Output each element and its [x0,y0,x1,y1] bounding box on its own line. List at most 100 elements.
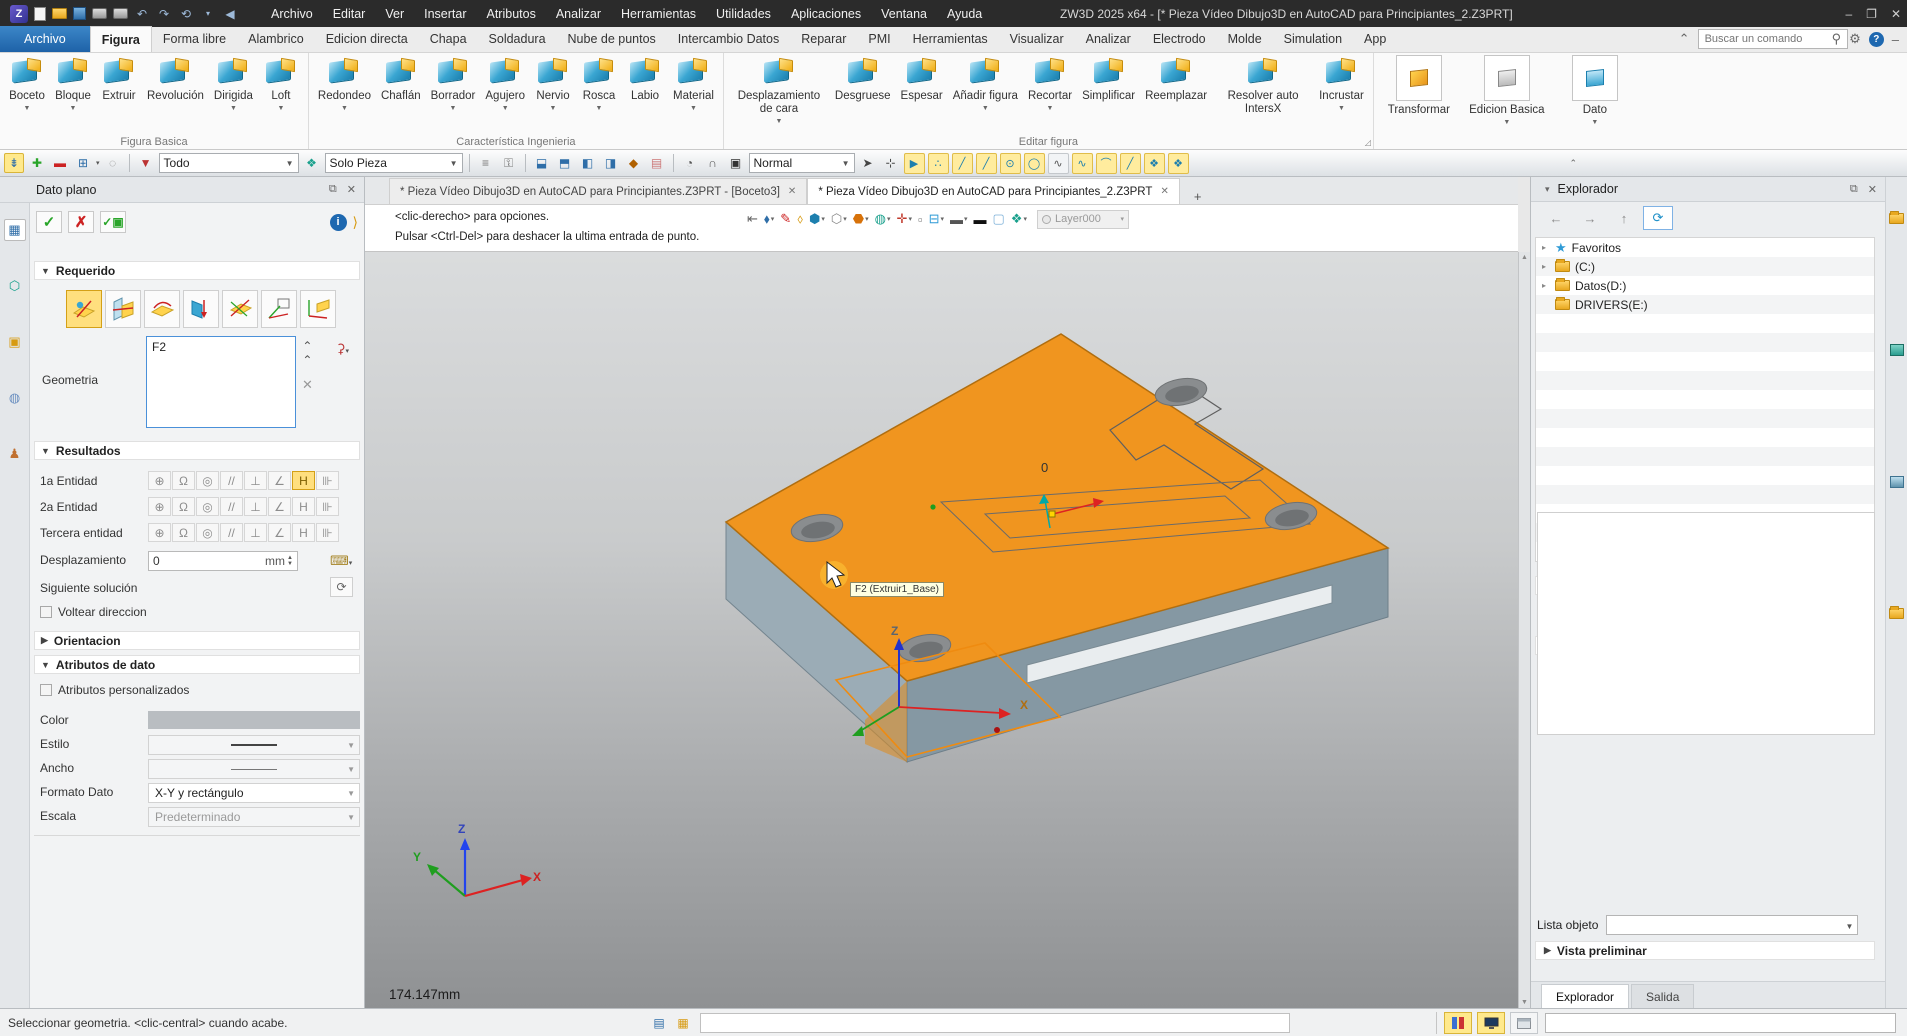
snap-face-icon[interactable]: ❖ [1144,153,1165,174]
redo-icon[interactable]: ↷ [156,6,172,22]
menu-archivo[interactable]: Archivo [262,4,322,24]
view-cube-icon[interactable]: ◨ [601,153,621,173]
constraint-parallel-icon[interactable]: // [220,523,243,542]
ribbon-button-redondeo[interactable]: Redondeo▼ [313,54,376,133]
document-tab-boceto3[interactable]: * Pieza Vídeo Dibujo3D en AutoCAD para P… [389,178,807,204]
snap-points-icon[interactable]: ∴ [928,153,949,174]
ribbon-button-reemplazar[interactable]: Reemplazar [1140,54,1212,133]
tab-intercambio-datos[interactable]: Intercambio Datos [667,26,790,52]
layer-dropdown[interactable]: Layer000▾ [1037,210,1129,229]
forward-icon[interactable]: → [1575,206,1605,230]
tab-molde[interactable]: Molde [1217,26,1273,52]
document-tab-pieza2[interactable]: * Pieza Vídeo Dibujo3D en AutoCAD para P… [807,178,1180,204]
display-mode-dropdown[interactable]: Solo Pieza▼ [325,153,463,173]
snap-circle-icon[interactable]: ◯ [1024,153,1045,174]
constraint-midpoint-icon[interactable]: ⊪ [316,471,339,490]
status-readout-field[interactable] [1545,1013,1896,1033]
cursor-icon[interactable]: ➤ [858,153,878,173]
ribbon-button-rosca[interactable]: Rosca▼ [576,54,622,133]
panel-float-icon[interactable]: ⧉ [1850,183,1858,196]
arc-icon[interactable]: ∩ [703,153,723,173]
menu-analizar[interactable]: Analizar [547,4,610,24]
close-button[interactable]: ✕ [1891,7,1901,21]
tree-item-favoritos[interactable]: ▸★Favoritos [1536,238,1874,257]
ribbon-minimize-icon[interactable]: – [1892,32,1899,47]
constraint-horizontal-icon[interactable]: H [292,523,315,542]
layer-ruler-icon[interactable]: ≡ [476,153,496,173]
scroll-up-icon[interactable]: ▲ [1521,254,1528,261]
resources-folder-icon[interactable] [1889,608,1904,619]
flip-direction-checkbox[interactable]: Voltear direccion [40,605,147,619]
constraint-coincident-icon[interactable]: ⊕ [148,523,171,542]
menu-utilidades[interactable]: Utilidades [707,4,780,24]
panel-float-icon[interactable]: ⧉ [329,183,337,196]
expression-icon[interactable]: ⌨▾ [330,553,352,569]
target-icon[interactable]: ✛▾ [895,209,914,229]
tree-item-drivers-e[interactable]: DRIVERS(E:) [1536,295,1874,314]
section-requerido[interactable]: ▼Requerido [34,261,360,280]
prompt-history-icon[interactable]: ▤ [648,1013,670,1033]
leaf-icon[interactable]: ❖▾ [1009,209,1029,229]
ribbon-button-recortar[interactable]: Recortar▼ [1023,54,1077,133]
snap-spline-icon[interactable]: ∿ [1072,153,1093,174]
viewport-bg-icon[interactable]: ▢ [991,209,1007,229]
up-icon[interactable]: ↑ [1609,206,1639,230]
scope-dropdown[interactable]: Todo▼ [159,153,299,173]
command-input[interactable] [700,1013,1290,1033]
dashed-box-icon[interactable]: ▫ [916,209,925,229]
menu-ver[interactable]: Ver [376,4,413,24]
prompt-input-icon[interactable]: ▦ [672,1013,694,1033]
open-file-icon[interactable] [52,8,67,19]
format-dropdown[interactable]: X-Y y rectángulo▼ [148,783,360,803]
cancel-icon[interactable]: ✗ [68,211,94,233]
polygon-icon[interactable]: ⬣▾ [851,209,871,229]
view-cube-icon[interactable]: ⬓ [532,153,552,173]
tab-chapa[interactable]: Chapa [419,26,478,52]
ribbon-button-espesar[interactable]: Espesar [896,54,948,133]
confirm-icon[interactable]: ✓ [36,211,62,233]
constraint-horizontal-icon[interactable]: H [292,497,315,516]
constraint-perpendicular-icon[interactable]: ⊥ [244,497,267,516]
command-search-input[interactable] [1698,29,1848,49]
ribbon-button-dato[interactable]: Dato▼ [1556,55,1634,133]
file-list[interactable] [1537,512,1875,735]
snap-tangent-icon[interactable]: ╱ [1120,153,1141,174]
monitor-toggle-icon[interactable] [1477,1012,1505,1034]
chevron-right-icon[interactable]: ▸ [1542,262,1550,271]
tab-app[interactable]: App [1353,26,1397,52]
viewport-scrollbar[interactable]: ▲▼ [1518,252,1530,1008]
datum-option-icon[interactable] [66,290,102,328]
apply-icon[interactable]: ✓▣ [100,211,126,233]
datum-option-icon[interactable] [300,290,336,328]
section-orientacion[interactable]: ▶Orientacion [34,631,360,650]
ribbon-button-revolucion[interactable]: Revolución [142,54,209,133]
datum-option-icon[interactable] [222,290,258,328]
display-table-icon[interactable]: ❖ [302,153,322,173]
ribbon-button-desgruese[interactable]: Desgruese [830,54,896,133]
constraint-midpoint-icon[interactable]: ⊪ [316,497,339,516]
panel-menu-icon[interactable]: ▾ [1545,184,1550,195]
ribbon-button-simplificar[interactable]: Simplificar [1077,54,1140,133]
collapse-icon[interactable]: ◀ [222,6,238,22]
snap-mode-dropdown[interactable]: Normal▼ [749,153,855,173]
shade-mode-icon[interactable]: ⬧▾ [762,209,776,229]
pick-box-icon[interactable]: ⊞ [73,153,93,173]
tab-forma-libre[interactable]: Forma libre [152,26,237,52]
texture-icon[interactable]: ◍▾ [873,209,893,229]
new-document-tab-button[interactable]: + [1188,189,1208,204]
custom-attributes-checkbox[interactable]: Atributos personalizados [40,683,189,697]
expand-icon[interactable]: ⌃⌃ [302,339,312,367]
constraint-tangent-icon[interactable]: Ω [172,471,195,490]
constraint-coincident-icon[interactable]: ⊕ [148,471,171,490]
reuse-library-icon[interactable] [1890,344,1904,356]
ribbon-button-extruir[interactable]: Extruir [96,54,142,133]
ruler-toggle-icon[interactable] [1444,1012,1472,1034]
menu-herramientas[interactable]: Herramientas [612,4,705,24]
render-mode-icon[interactable]: ◆ [624,153,644,173]
manager-tab-icon[interactable]: ▦ [4,219,26,241]
snap-curve-icon[interactable]: ∿ [1048,153,1069,174]
solid-box-icon[interactable]: ▣ [726,153,746,173]
tab-figura[interactable]: Figura [90,26,152,52]
align-icon[interactable]: ⊟▾ [927,209,946,229]
view-cube-icon[interactable]: ⬒ [555,153,575,173]
